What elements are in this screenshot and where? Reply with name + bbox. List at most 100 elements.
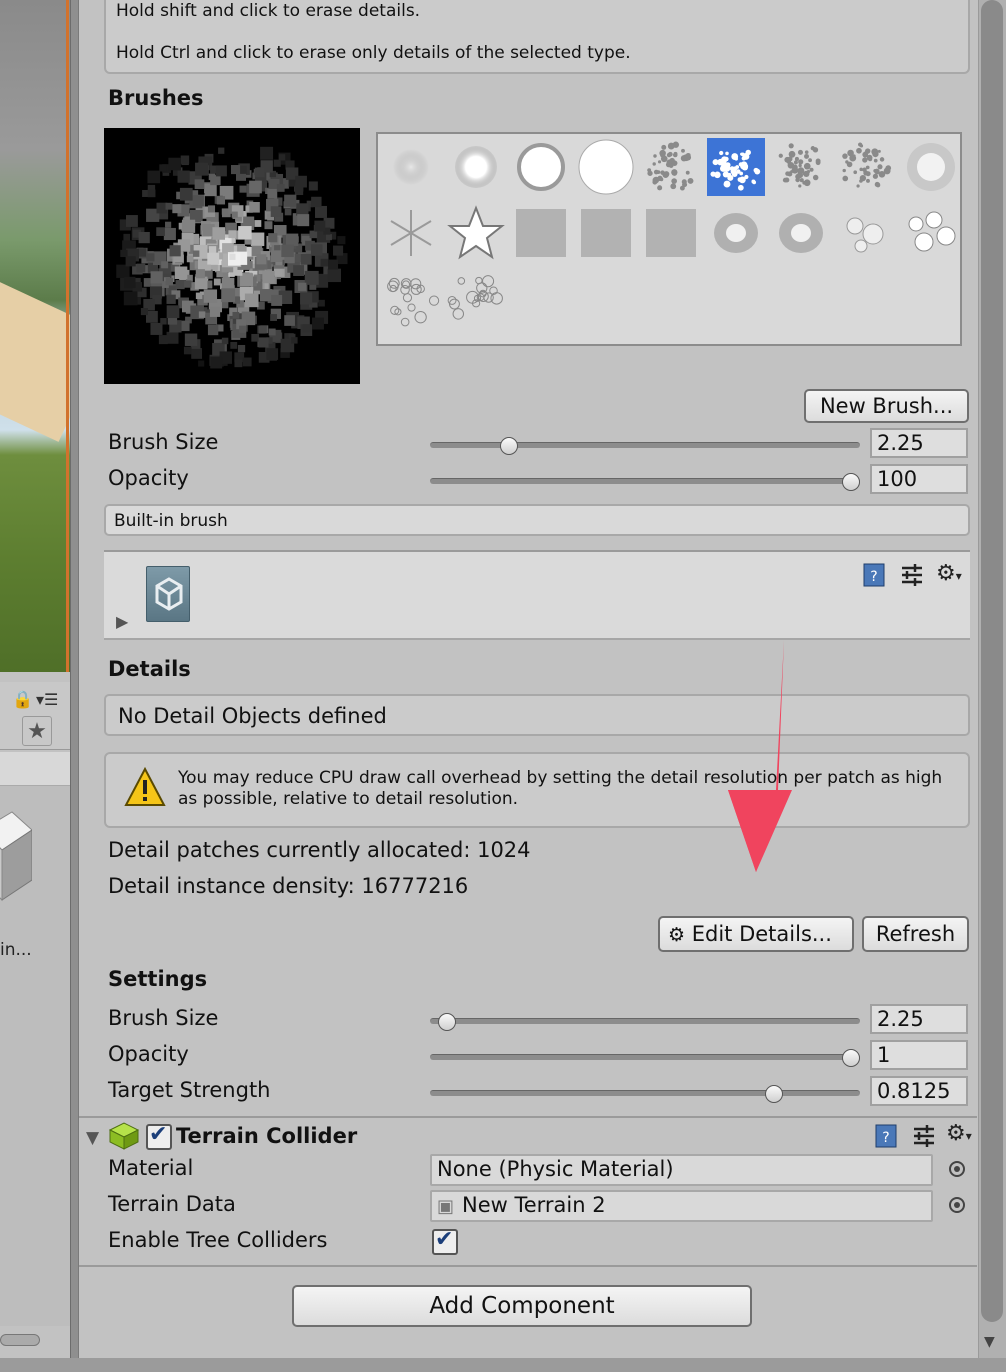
terrain-data-picker-icon[interactable] [949,1197,965,1213]
material-picker-icon[interactable] [949,1161,965,1177]
target-strength-field[interactable]: 0.8125 [870,1076,968,1106]
terrain-data-field[interactable]: ▣ New Terrain 2 [430,1190,933,1222]
scroll-down-arrow-icon[interactable]: ▼ [984,1334,995,1350]
edit-details-label: Edit Details... [691,922,832,946]
brush-thumbnail[interactable] [512,138,570,196]
brush-thumbnail[interactable] [447,204,505,262]
scene-view[interactable] [0,0,70,672]
opacity-slider-thumb[interactable] [842,473,860,491]
tree-colliders-check-icon: ✔ [435,1227,454,1252]
settings-opacity-field[interactable]: 1 [870,1040,968,1070]
brush-thumbnail[interactable] [902,138,960,196]
new-brush-button[interactable]: New Brush... [804,389,969,423]
inspector-scroll-thumb[interactable] [981,0,1003,1322]
settings-title: Settings [108,967,208,991]
brush-thumbnail[interactable] [642,204,700,262]
collider-gear-icon[interactable]: ⚙▾ [946,1121,972,1146]
edit-details-gear-icon: ⚙ [668,924,686,946]
collider-presets-icon[interactable] [911,1123,937,1149]
no-details-message: No Detail Objects defined [118,704,387,728]
detail-objects-list: No Detail Objects defined [104,694,970,736]
brush-thumbnail[interactable] [512,204,570,262]
target-strength-slider[interactable] [430,1090,860,1096]
warning-text: You may reduce CPU draw call overhead by… [178,768,943,809]
edit-details-button[interactable]: ⚙ Edit Details... [658,916,854,952]
brush-thumbnail[interactable] [707,204,765,262]
component-separator [79,1116,977,1118]
opacity-slider[interactable] [430,478,860,484]
settings-brush-size-field[interactable]: 2.25 [870,1004,968,1034]
settings-gear-icon[interactable]: ⚙▾ [936,561,962,586]
refresh-button[interactable]: Refresh [862,916,969,952]
detail-patches-text: Detail patches currently allocated: 1024 [108,838,531,862]
settings-brush-size-slider[interactable] [430,1018,860,1024]
collider-help-icon[interactable]: ? [873,1123,899,1149]
brush-thumbnail[interactable] [707,138,765,196]
collider-check-icon: ✔ [149,1122,168,1147]
help-line-ctrl: Hold Ctrl and click to erase only detail… [116,43,631,63]
brush-thumbnail[interactable] [447,270,505,328]
settings-opacity-slider[interactable] [430,1054,860,1060]
opacity-field[interactable]: 100 [870,464,968,494]
annotation-arrow [728,640,792,872]
terrain-data-value: New Terrain 2 [462,1193,606,1217]
component-header [104,550,970,640]
terrain-collider-icon [108,1122,140,1150]
material-value: None (Physic Material) [437,1157,674,1181]
favorites-star-icon[interactable]: ★ [22,716,52,746]
detail-density-text: Detail instance density: 16777216 [108,874,469,898]
svg-text:?: ? [870,569,877,585]
settings-opacity-label: Opacity [108,1042,189,1066]
presets-icon[interactable] [899,562,925,588]
details-title: Details [108,657,191,681]
scene-selection-outline [66,0,69,672]
asset-label[interactable]: in... [0,940,32,960]
brush-thumbnail[interactable] [772,204,830,262]
brush-size-label: Brush Size [108,430,219,454]
brush-size-field[interactable]: 2.25 [870,428,968,458]
opacity-label: Opacity [108,466,189,490]
terrain-data-label: Terrain Data [108,1192,236,1216]
material-field[interactable]: None (Physic Material) [430,1154,933,1186]
brush-thumbnail[interactable] [577,204,635,262]
brush-thumbnail[interactable] [642,138,700,196]
tree-colliders-checkbox[interactable]: ✔ [432,1227,458,1255]
brush-thumbnail[interactable] [577,138,635,196]
brush-thumbnail[interactable] [447,138,505,196]
brush-thumbnail[interactable] [382,204,440,262]
brush-thumbnail[interactable] [772,138,830,196]
cube-asset-icon[interactable] [0,800,32,910]
svg-text:?: ? [882,1130,889,1146]
tree-colliders-label: Enable Tree Colliders [108,1228,328,1252]
terrain-asset-icon: ▣ [437,1196,455,1217]
settings-opacity-thumb[interactable] [842,1049,860,1067]
brush-name-text: Built-in brush [114,511,228,531]
brush-size-slider-thumb[interactable] [500,437,519,455]
brush-preview [104,128,360,384]
brush-size-slider[interactable] [430,442,860,448]
target-strength-label: Target Strength [108,1078,271,1102]
brush-thumbnail[interactable] [382,138,440,196]
scene-terrain-ramp [0,278,70,442]
warning-icon [124,766,166,806]
collider-foldout-icon[interactable]: ▼ [86,1128,99,1148]
panel-menu-icon[interactable]: ▾☰ [36,690,58,709]
add-component-button[interactable]: Add Component [292,1285,752,1327]
brush-thumbnail[interactable] [902,204,960,262]
brush-name-field[interactable]: Built-in brush [104,504,970,536]
panel-divider[interactable] [70,0,79,1372]
material-label: Material [108,1156,194,1180]
project-breadcrumb [0,752,72,786]
lock-icon[interactable]: 🔒 [12,690,33,710]
brush-thumbnail[interactable] [382,270,440,328]
brushes-title: Brushes [108,86,204,110]
target-strength-thumb[interactable] [764,1085,783,1103]
settings-brush-size-label: Brush Size [108,1006,219,1030]
brush-thumbnail[interactable] [837,204,895,262]
brush-thumbnail[interactable] [837,138,895,196]
help-book-icon[interactable]: ? [861,562,887,588]
foldout-arrow-icon[interactable]: ▶ [116,612,128,631]
project-scrollbar[interactable] [0,1334,40,1346]
bottom-status-bar [0,1358,1006,1372]
collider-enabled-checkbox[interactable]: ✔ [146,1122,172,1150]
